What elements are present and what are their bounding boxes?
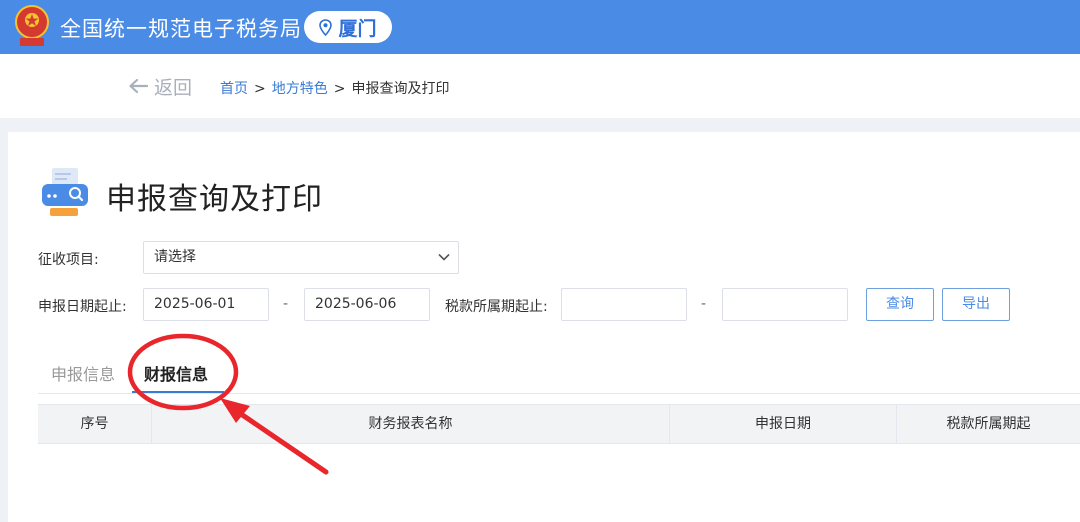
breadcrumb-separator: > [254,81,266,97]
breadcrumb-separator: > [333,81,346,97]
column-header-declare-date: 申报日期 [669,405,896,443]
nav-bar: 返回 首页 > 地方特色 > 申报查询及打印 [0,54,1080,118]
declare-date-end-input[interactable]: 2025-06-06 [304,288,430,321]
period-range-separator: - [701,296,707,312]
export-button[interactable]: 导出 [942,288,1010,321]
tabs-divider [38,393,1080,394]
breadcrumb-section[interactable]: 地方特色 [272,81,328,97]
page-title: 申报查询及打印 [106,182,323,217]
tab-financial-report-info[interactable]: 财报信息 [144,361,208,385]
tax-period-end-input[interactable] [722,288,848,321]
tax-period-label: 税款所属期起止: [445,299,548,315]
breadcrumb-home[interactable]: 首页 [220,81,248,97]
levy-item-label: 征收项目: [38,252,99,268]
city-selector[interactable]: 厦门 [304,11,392,43]
declare-date-start-input[interactable]: 2025-06-01 [143,288,269,321]
arrow-left-icon [129,78,148,94]
column-header-report-name: 财务报表名称 [151,405,669,443]
levy-item-select[interactable]: 请选择 [143,241,459,274]
back-button[interactable]: 返回 [128,74,193,99]
query-button[interactable]: 查询 [866,288,934,321]
active-tab-indicator [132,391,224,393]
levy-item-placeholder: 请选择 [154,249,196,265]
breadcrumb-current: 申报查询及打印 [351,81,450,97]
column-header-index: 序号 [80,416,109,432]
date-range-separator: - [283,296,289,312]
location-pin-icon [319,18,333,36]
national-tax-emblem-icon [15,5,49,46]
breadcrumb: 首页 > 地方特色 > 申报查询及打印 [220,78,449,98]
chevron-down-icon [438,253,450,261]
printer-search-icon [42,168,88,216]
column-header-tax-period-start: 税款所属期起 [896,405,1080,443]
top-header: 全国统一规范电子税务局 厦门 [0,0,1080,54]
site-brand-title: 全国统一规范电子税务局 [60,17,302,41]
tax-period-start-input[interactable] [561,288,687,321]
table-header: 序号 财务报表名称 申报日期 税款所属期起 [38,404,1080,444]
declare-date-label: 申报日期起止: [38,299,127,315]
back-label: 返回 [154,76,193,99]
city-name: 厦门 [338,17,377,40]
tab-declaration-info[interactable]: 申报信息 [51,361,115,385]
